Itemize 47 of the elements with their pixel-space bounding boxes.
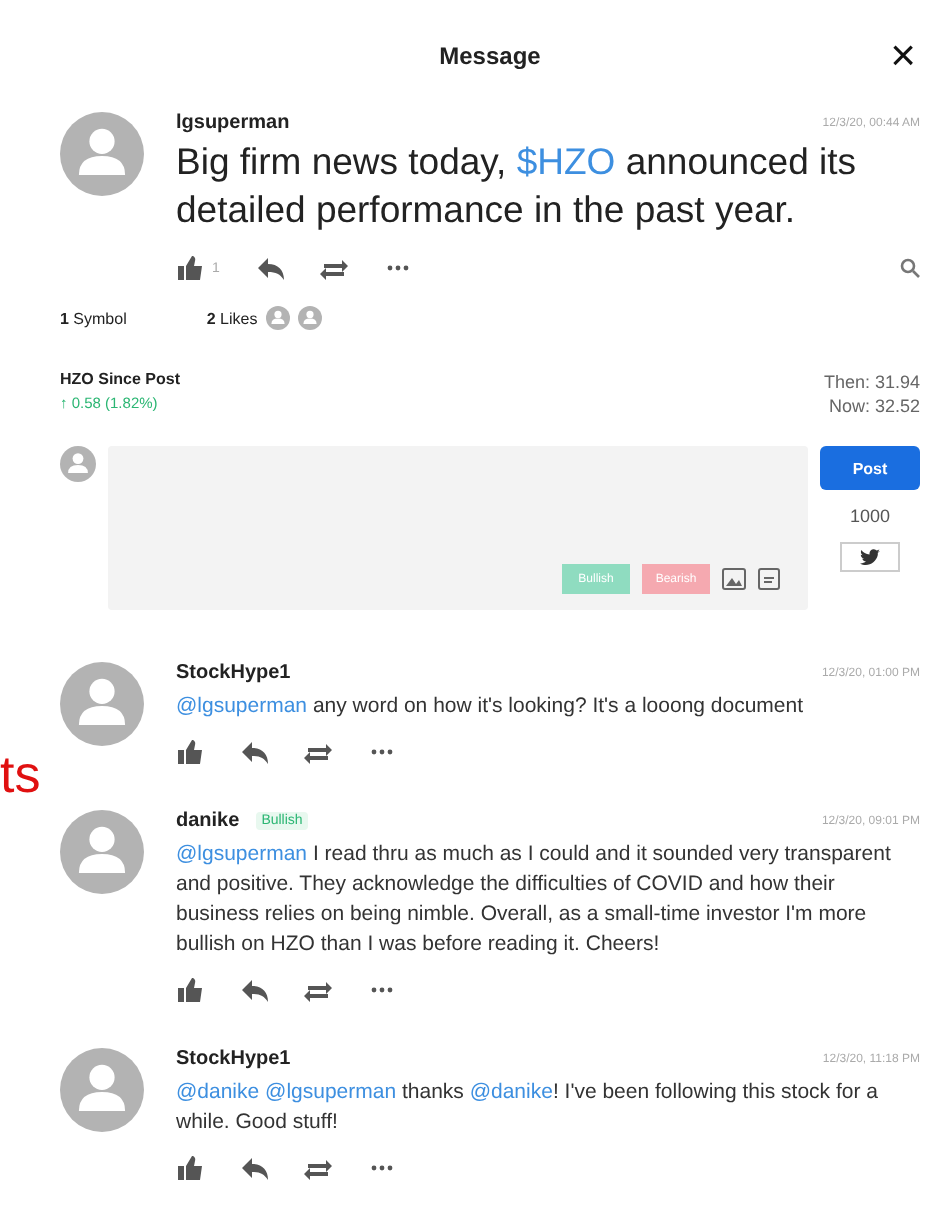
thumbs-up-icon[interactable] <box>176 254 204 282</box>
repost-icon[interactable] <box>304 738 332 766</box>
reply-icon[interactable] <box>240 1154 268 1182</box>
window-title: Message <box>439 42 541 70</box>
avatar-icon <box>60 810 144 894</box>
thumbs-up-icon[interactable] <box>176 1154 204 1182</box>
message-text: @lgsuperman I read thru as much as I could and it sounded very transparent and positive. They acknowledge the difficulties of COVID and how their business relies on being nimble. Overall, as a small-time investor I'm more bullish on HZO than I was before reading it. Cheers! <box>176 840 893 960</box>
username[interactable]: StockHype1 <box>176 662 291 684</box>
repost-icon[interactable] <box>304 1154 332 1182</box>
reply-icon[interactable] <box>240 738 268 766</box>
repost-icon[interactable] <box>319 254 348 282</box>
thumbs-up-icon[interactable] <box>176 976 204 1004</box>
mention-link[interactable]: @danike <box>176 1080 260 1104</box>
avatar-icon <box>60 662 144 746</box>
liker-avatar-icon <box>297 306 322 330</box>
character-count: 1000 <box>849 506 891 526</box>
mention-link[interactable]: @danike <box>469 1080 553 1104</box>
avatar-icon <box>60 1048 144 1132</box>
message-text: @danike @lgsuperman thanks @danike! I've been following this stock for a while. Good stuff! <box>176 1078 880 1138</box>
repost-icon[interactable] <box>304 976 332 1004</box>
share-button[interactable] <box>840 542 900 572</box>
mention-link[interactable]: @lgsuperman <box>176 694 308 718</box>
side-label: ts <box>0 744 41 804</box>
username[interactable]: danike <box>176 810 240 832</box>
liker-avatar-icon <box>265 306 290 330</box>
stat-label[interactable]: 2 Likes <box>206 309 258 327</box>
avatar-icon <box>60 446 96 482</box>
post-button[interactable]: Post <box>820 446 920 490</box>
username[interactable]: StockHype1 <box>176 1048 291 1070</box>
message-text: @lgsuperman any word on how it's looking? It's a looong document <box>176 692 806 722</box>
reply-icon[interactable] <box>240 976 268 1004</box>
username[interactable]: lgsuperman <box>176 112 290 134</box>
mention-link[interactable]: @lgsuperman <box>176 842 308 866</box>
message-text: Big firm news today, $HZO announced its detailed performance in the past year. <box>176 138 859 234</box>
thumbs-up-icon[interactable] <box>176 738 204 766</box>
stat-label[interactable]: 1 Symbol <box>60 309 127 327</box>
mention-link[interactable]: @lgsuperman <box>265 1080 397 1104</box>
avatar-icon <box>60 112 144 196</box>
reply-icon[interactable] <box>255 254 284 282</box>
mention-link[interactable]: $HZO <box>516 140 616 182</box>
search-icon[interactable] <box>900 258 920 278</box>
price-now: Now: 32.52 <box>826 394 920 418</box>
close-button[interactable]: × <box>890 36 916 76</box>
image-icon[interactable] <box>722 568 746 590</box>
bird-icon[interactable] <box>860 548 880 566</box>
price-then: Then: 31.94 <box>823 370 920 394</box>
stock-title: HZO Since Post <box>60 370 181 388</box>
